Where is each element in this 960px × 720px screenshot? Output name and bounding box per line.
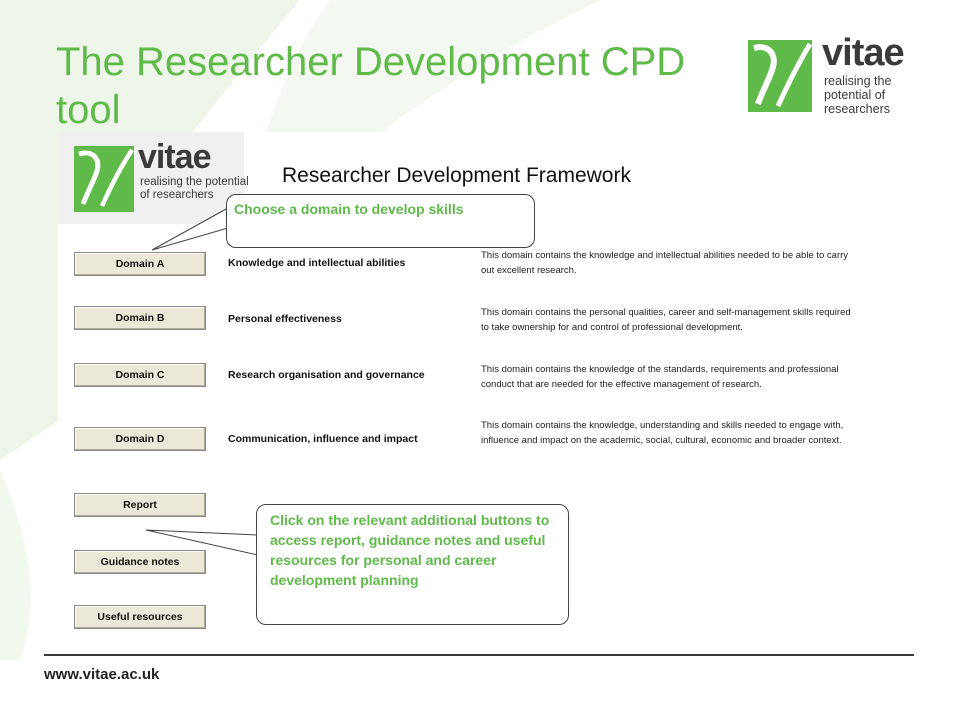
domain-callout: Choose a domain to develop skills [226,194,535,248]
domain-b-name: Personal effectiveness [228,313,342,325]
domain-a-description: This domain contains the knowledge and i… [481,250,849,276]
brand-wordmark: vitae [822,32,905,74]
footer-divider [44,654,914,656]
extras-callout: Click on the relevant additional buttons… [256,504,569,625]
guidance-notes-button[interactable]: Guidance notes [74,550,206,574]
framework-title: Researcher Development Framework [282,164,631,187]
tool-vitae-logo: vitae realising the potential of researc… [58,132,249,224]
useful-resources-button[interactable]: Useful resources [74,605,206,629]
domain-c-description: This domain contains the knowledge of th… [481,364,839,390]
slide-title: The Researcher Development CPD tool [56,40,686,132]
domain-d-name: Communication, influence and impact [228,433,418,445]
footer-url: www.vitae.ac.uk [44,666,160,683]
vitae-mark-icon [748,40,812,112]
brand-tagline: realising the potential of researchers [824,74,892,116]
domain-b-description: This domain contains the personal qualit… [481,307,851,333]
domain-a-button[interactable]: Domain A [74,252,206,276]
domain-d-description: This domain contains the knowledge, unde… [481,420,844,446]
domain-b-button[interactable]: Domain B [74,306,206,330]
tool-brand-wordmark: vitae [138,138,211,176]
domain-c-name: Research organisation and governance [228,369,425,381]
vitae-mark-icon [74,146,134,212]
vitae-logo: vitae realising the potential of researc… [748,32,928,116]
domain-a-name: Knowledge and intellectual abilities [228,257,406,269]
report-button[interactable]: Report [74,493,206,517]
domain-d-button[interactable]: Domain D [74,427,206,451]
domain-c-button[interactable]: Domain C [74,363,206,387]
